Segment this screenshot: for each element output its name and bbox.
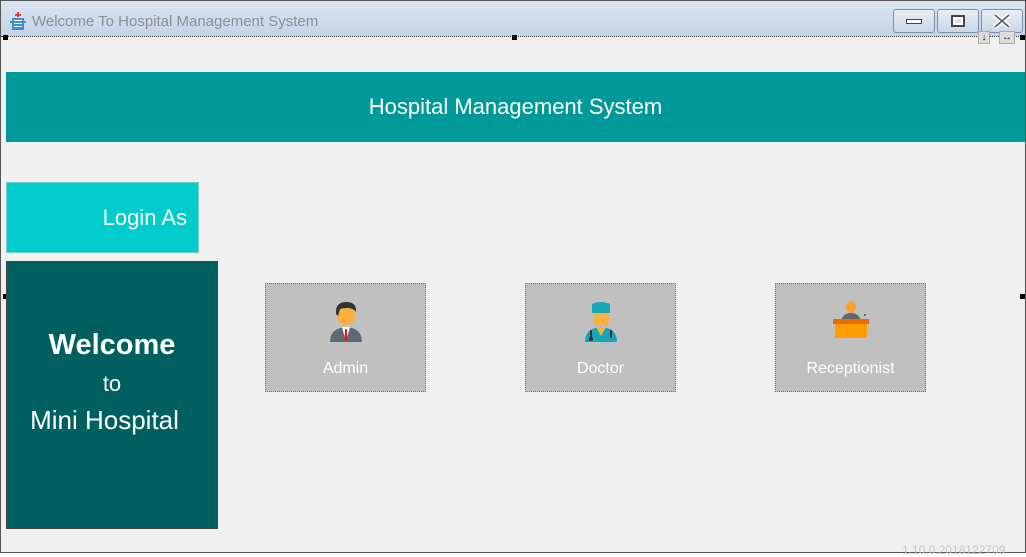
admin-label: Admin [322, 360, 369, 377]
main-window: Welcome To Hospital Management System ↓ … [0, 0, 1026, 557]
receptionist-icon [832, 301, 869, 338]
doctor-label: Doctor [576, 360, 625, 377]
admin-user-icon [329, 302, 362, 342]
resize-handle[interactable] [512, 35, 517, 40]
close-button[interactable] [981, 9, 1023, 33]
down-arrow-marker: ↓ [978, 31, 990, 44]
welcome-hospital-name: Mini Hospital [30, 405, 179, 435]
welcome-panel: Welcome to Mini Hospital [6, 261, 218, 529]
hospital-building-icon [10, 12, 26, 30]
doctor-button[interactable]: Doctor [525, 283, 676, 392]
header-title: Hospital Management System [368, 94, 663, 119]
welcome-to: to [102, 371, 122, 396]
login-as-label: Login As [6, 182, 199, 253]
doctor-icon [584, 302, 617, 342]
resize-handle[interactable] [1020, 294, 1025, 299]
receptionist-label: Receptionist [806, 360, 895, 377]
welcome-heading: Welcome [48, 329, 176, 361]
close-icon [993, 13, 1011, 29]
resize-handle[interactable] [1020, 35, 1025, 40]
minimize-button[interactable] [893, 9, 935, 33]
window-title: Welcome To Hospital Management System [32, 13, 319, 30]
maximize-button[interactable] [937, 9, 979, 33]
horizontal-arrow-marker: ↔ [999, 31, 1015, 44]
version-label: 1.10.0.2018122709 [902, 543, 1006, 557]
maximize-icon [951, 15, 965, 27]
minimize-icon [906, 18, 922, 24]
title-bar[interactable]: Welcome To Hospital Management System [1, 1, 1025, 37]
admin-button[interactable]: Admin [265, 283, 426, 392]
receptionist-button[interactable]: Receptionist [775, 283, 926, 392]
login-as-text: Login As [102, 204, 187, 230]
app-header: Hospital Management System [6, 72, 1025, 142]
resize-handle[interactable] [3, 35, 8, 40]
